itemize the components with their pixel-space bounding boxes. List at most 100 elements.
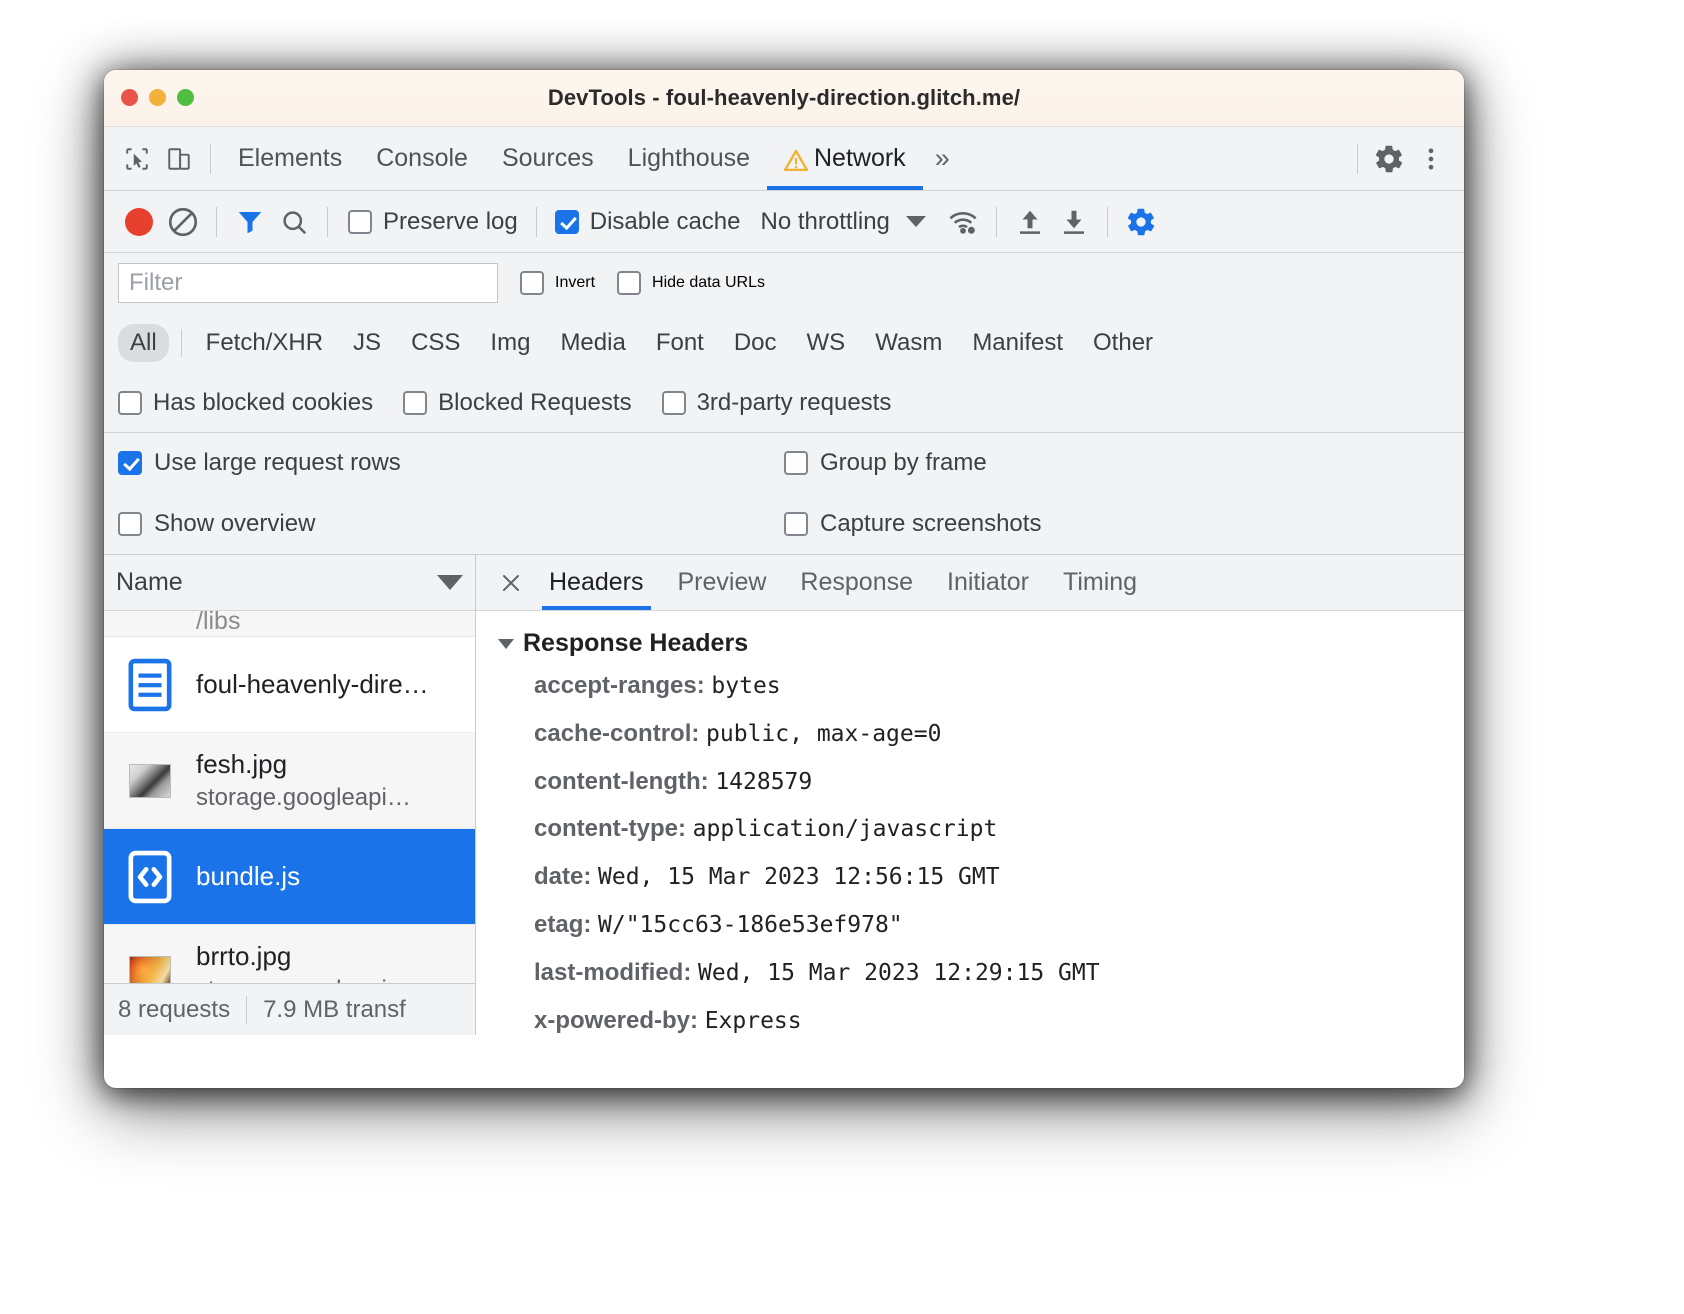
wifi-settings-icon[interactable] bbox=[942, 201, 984, 243]
tab-preview[interactable]: Preview bbox=[661, 555, 784, 610]
minimize-window-button[interactable] bbox=[149, 89, 166, 106]
download-arrow-icon[interactable] bbox=[1053, 201, 1095, 243]
request-name: bundle.js bbox=[196, 861, 301, 891]
screenshot-root: DevTools - foul-heavenly-direction.glitc… bbox=[0, 0, 1684, 1314]
response-headers-section-toggle[interactable]: Response Headers bbox=[498, 629, 1464, 658]
disable-cache-checkbox[interactable] bbox=[554, 209, 579, 234]
more-tabs-chevron-icon[interactable]: » bbox=[923, 143, 962, 174]
type-filter-ws[interactable]: WS bbox=[795, 324, 858, 362]
maximize-window-button[interactable] bbox=[177, 89, 194, 106]
use-large-request-rows-row[interactable]: Use large request rows bbox=[118, 449, 784, 477]
table-row[interactable]: brrto.jpg storage.googleapi… bbox=[104, 925, 475, 983]
tab-network-label: Network bbox=[814, 144, 906, 172]
sort-descending-caret-icon[interactable] bbox=[437, 575, 463, 590]
group-by-frame-label: Group by frame bbox=[820, 449, 987, 476]
use-large-request-rows-checkbox[interactable] bbox=[118, 451, 142, 475]
header-value: Wed, 15 Mar 2023 12:29:15 GMT bbox=[698, 959, 1100, 986]
request-list-header[interactable]: Name bbox=[104, 555, 475, 611]
table-row[interactable]: fesh.jpg storage.googleapi… bbox=[104, 733, 475, 829]
request-row-partial-libs[interactable]: /libs bbox=[104, 611, 475, 637]
third-party-requests-checkbox[interactable] bbox=[661, 390, 686, 415]
type-filter-img[interactable]: Img bbox=[478, 324, 542, 362]
blocked-requests-checkbox[interactable] bbox=[403, 390, 428, 415]
tab-network[interactable]: Network bbox=[767, 128, 923, 190]
toolbar-divider-5 bbox=[995, 206, 997, 237]
tab-initiator[interactable]: Initiator bbox=[930, 555, 1046, 610]
type-filter-other[interactable]: Other bbox=[1081, 324, 1165, 362]
type-filter-doc[interactable]: Doc bbox=[722, 324, 789, 362]
type-filter-css[interactable]: CSS bbox=[399, 324, 472, 362]
tab-headers[interactable]: Headers bbox=[532, 555, 661, 610]
network-toolbar: Preserve log Disable cache No throttling bbox=[104, 191, 1464, 253]
show-overview-row[interactable]: Show overview bbox=[118, 510, 784, 538]
header-value: Express bbox=[704, 1007, 802, 1034]
record-stop-icon[interactable] bbox=[118, 201, 160, 243]
type-filter-all[interactable]: All bbox=[118, 324, 169, 362]
type-filter-media[interactable]: Media bbox=[548, 324, 637, 362]
capture-screenshots-row[interactable]: Capture screenshots bbox=[784, 510, 1450, 538]
tab-sources[interactable]: Sources bbox=[485, 128, 611, 190]
window-title: DevTools - foul-heavenly-direction.glitc… bbox=[547, 85, 1021, 110]
request-rows[interactable]: /libs foul-heavenly-dire… fesh.jpg stora… bbox=[104, 611, 475, 983]
hide-data-urls-label: Hide data URLs bbox=[652, 274, 765, 291]
close-x-icon[interactable] bbox=[490, 562, 532, 604]
devtools-window: DevTools - foul-heavenly-direction.glitc… bbox=[104, 70, 1464, 1088]
triangle-down-icon[interactable] bbox=[498, 638, 514, 649]
type-filter-manifest[interactable]: Manifest bbox=[960, 324, 1075, 362]
type-filter-js[interactable]: JS bbox=[341, 324, 393, 362]
header-name: cache-control: bbox=[534, 719, 700, 747]
header-value: Wed, 15 Mar 2023 12:56:15 GMT bbox=[598, 864, 1000, 891]
type-filter-wasm[interactable]: Wasm bbox=[863, 324, 954, 362]
has-blocked-cookies-checkbox[interactable] bbox=[118, 390, 142, 415]
capture-screenshots-checkbox[interactable] bbox=[784, 511, 808, 536]
chevron-down-icon[interactable] bbox=[905, 216, 926, 227]
hide-data-urls-checkbox[interactable] bbox=[617, 271, 642, 295]
network-body: Name /libs foul-heavenly-dire… fesh.jpg … bbox=[104, 555, 1464, 1035]
network-settings-gear-icon[interactable] bbox=[1120, 201, 1162, 243]
gear-icon[interactable] bbox=[1368, 138, 1410, 180]
group-by-frame-row[interactable]: Group by frame bbox=[784, 449, 1450, 477]
table-row[interactable]: bundle.js bbox=[104, 829, 475, 925]
request-name: fesh.jpg bbox=[196, 749, 288, 779]
tab-timing[interactable]: Timing bbox=[1046, 555, 1154, 610]
table-row[interactable]: foul-heavenly-dire… bbox=[104, 637, 475, 733]
preserve-log-checkbox-row[interactable]: Preserve log bbox=[348, 208, 518, 236]
invert-checkbox[interactable] bbox=[520, 271, 544, 295]
cursor-select-icon[interactable] bbox=[116, 138, 158, 180]
show-overview-label: Show overview bbox=[154, 509, 316, 537]
device-toolbar-icon[interactable] bbox=[158, 138, 200, 180]
upload-arrow-icon[interactable] bbox=[1009, 201, 1051, 243]
search-magnifier-icon[interactable] bbox=[273, 201, 315, 243]
tab-response[interactable]: Response bbox=[783, 555, 930, 610]
tab-elements[interactable]: Elements bbox=[221, 128, 359, 190]
type-filter-font[interactable]: Font bbox=[644, 324, 716, 362]
toolbar-divider-3 bbox=[327, 206, 328, 237]
tab-lighthouse[interactable]: Lighthouse bbox=[611, 128, 767, 190]
funnel-filter-icon[interactable] bbox=[229, 201, 271, 243]
script-code-icon bbox=[124, 850, 176, 904]
close-window-button[interactable] bbox=[121, 89, 138, 106]
third-party-requests-row[interactable]: 3rd-party requests bbox=[661, 389, 891, 417]
invert-checkbox-row[interactable]: Invert bbox=[520, 271, 595, 295]
clear-no-entry-icon[interactable] bbox=[162, 201, 204, 243]
tab-console[interactable]: Console bbox=[359, 128, 485, 190]
type-filter-fetch-xhr[interactable]: Fetch/XHR bbox=[194, 324, 335, 362]
type-filter-list: Fetch/XHR JS CSS Img Media Font Doc WS W… bbox=[194, 324, 1165, 362]
show-overview-checkbox[interactable] bbox=[118, 511, 142, 536]
column-header-name: Name bbox=[116, 568, 183, 596]
group-by-frame-checkbox[interactable] bbox=[784, 451, 808, 475]
preserve-log-label: Preserve log bbox=[383, 207, 518, 235]
disable-cache-checkbox-row[interactable]: Disable cache bbox=[554, 208, 740, 236]
throttling-dropdown[interactable]: No throttling bbox=[760, 208, 926, 236]
preserve-log-checkbox[interactable] bbox=[348, 209, 372, 234]
hide-data-urls-checkbox-row[interactable]: Hide data URLs bbox=[617, 271, 765, 295]
invert-label: Invert bbox=[555, 274, 596, 291]
filter-input[interactable]: Filter bbox=[118, 263, 498, 303]
blocked-requests-row[interactable]: Blocked Requests bbox=[403, 389, 632, 417]
header-name: date: bbox=[534, 863, 592, 891]
header-x-powered-by: x-powered-by: Express bbox=[498, 1007, 1464, 1035]
more-vertical-icon[interactable] bbox=[1410, 138, 1452, 180]
tab-elements-label: Elements bbox=[238, 144, 343, 172]
settings-row-1: Use large request rows Group by frame bbox=[104, 433, 1464, 493]
has-blocked-cookies-row[interactable]: Has blocked cookies bbox=[118, 389, 373, 417]
